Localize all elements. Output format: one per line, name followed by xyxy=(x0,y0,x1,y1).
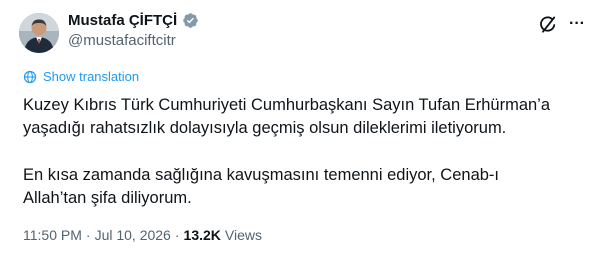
tweet: Mustafa ÇİFTÇİ @mustafaciftcitr ··· Show… xyxy=(0,0,601,254)
views-label: Views xyxy=(224,227,262,243)
tweet-date[interactable]: Jul 10, 2026 xyxy=(95,227,171,243)
globe-icon xyxy=(23,70,37,84)
meta-separator: · xyxy=(174,227,180,243)
show-translation-label: Show translation xyxy=(43,69,140,84)
tweet-meta: 11:50 PM · Jul 10, 2026 · 13.2K Views xyxy=(23,227,262,243)
grok-icon[interactable] xyxy=(537,14,559,36)
tweet-text: Kuzey Kıbrıs Türk Cumhuriyeti Cumhurbaşk… xyxy=(23,94,593,234)
show-translation-link[interactable]: Show translation xyxy=(23,69,139,84)
views-count: 13.2K xyxy=(183,227,221,243)
tweet-time[interactable]: 11:50 PM xyxy=(23,227,82,243)
more-horizontal-icon[interactable]: ··· xyxy=(564,13,590,35)
tweet-line: Allah’tan şifa diliyorum. xyxy=(23,189,192,207)
tweet-line: yaşadığı rahatsızlık dolayısıyla geçmiş … xyxy=(23,119,507,137)
meta-separator: · xyxy=(85,227,91,243)
author-name-row: Mustafa ÇİFTÇİ xyxy=(68,12,199,29)
tweet-line: En kısa zamanda sağlığına kavuşmasını te… xyxy=(23,166,500,184)
tweet-paragraph-1: Kuzey Kıbrıs Türk Cumhuriyeti Cumhurbaşk… xyxy=(23,94,593,140)
avatar[interactable] xyxy=(19,13,59,53)
author-display-name[interactable]: Mustafa ÇİFTÇİ xyxy=(68,12,177,29)
tweet-paragraph-2: En kısa zamanda sağlığına kavuşmasını te… xyxy=(23,164,593,210)
author-handle[interactable]: @mustafaciftcitr xyxy=(68,32,176,49)
tweet-line: Kuzey Kıbrıs Türk Cumhuriyeti Cumhurbaşk… xyxy=(23,96,551,114)
verified-badge-icon xyxy=(182,12,199,29)
